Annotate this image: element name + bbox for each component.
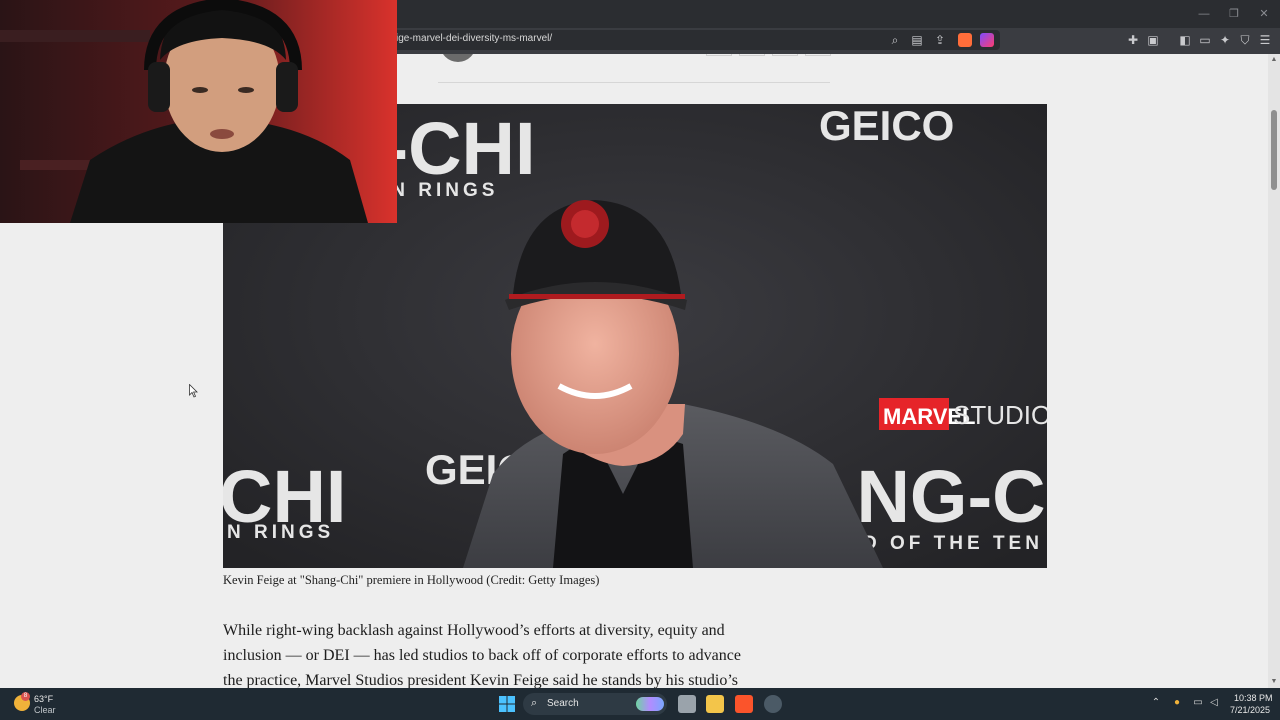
webcam-overlay <box>0 0 397 223</box>
address-bar[interactable]: ige-marvel-dei-diversity-ms-marvel/ <box>386 30 1000 50</box>
backdrop-subtitle-lower: N RINGS <box>227 522 334 543</box>
weather-badge: 8 <box>21 692 30 701</box>
brave-shields-icon[interactable] <box>958 33 972 47</box>
scroll-up-icon[interactable]: ▲ <box>1269 56 1279 64</box>
weather-condition[interactable]: Clear <box>34 705 56 715</box>
share-button-2[interactable] <box>739 54 765 56</box>
scroll-thumb[interactable] <box>1271 110 1277 190</box>
author-avatar[interactable] <box>440 54 476 62</box>
obs-studio-icon[interactable] <box>764 695 782 713</box>
url-text: ige-marvel-dei-diversity-ms-marvel/ <box>396 33 553 44</box>
scroll-down-icon[interactable]: ▼ <box>1269 678 1279 686</box>
backdrop-sponsor-top: GEICO <box>819 104 954 149</box>
close-icon[interactable]: ✕ <box>1256 6 1272 22</box>
share-button-1[interactable] <box>706 54 732 56</box>
wallet-icon[interactable]: ▭ <box>1198 33 1212 47</box>
share-button-4[interactable] <box>805 54 831 56</box>
file-explorer-icon[interactable] <box>706 695 724 713</box>
network-icon[interactable]: ▭ <box>1192 697 1204 709</box>
minimize-icon[interactable]: — <box>1196 6 1212 22</box>
microphone-icon[interactable]: ● <box>1171 697 1183 709</box>
weather-temperature[interactable]: 63°F <box>34 694 53 704</box>
leo-ai-icon[interactable]: ✦ <box>1218 33 1232 47</box>
divider <box>438 82 830 83</box>
extensions-icon[interactable]: ✚ <box>1126 33 1140 47</box>
studios-logo-text: STUDIOS <box>953 400 1047 430</box>
chevron-up-icon[interactable]: ⌃ <box>1150 697 1162 709</box>
brave-rewards-icon[interactable] <box>980 33 994 47</box>
sidebar-icon[interactable]: ◧ <box>1178 33 1192 47</box>
search-icon: ⌕ <box>531 697 538 709</box>
menu-icon[interactable]: ☰ <box>1258 33 1272 47</box>
restore-icon[interactable]: ❐ <box>1226 6 1242 22</box>
zoom-icon[interactable]: ⌕ <box>888 33 902 47</box>
article-paragraph: While right-wing backlash against Hollyw… <box>223 618 763 688</box>
marvel-studios-logo: MARVEL STUDIOS <box>879 398 1047 430</box>
share-button-3[interactable] <box>772 54 798 56</box>
tab-manager-icon[interactable]: ▣ <box>1146 33 1160 47</box>
share-icon[interactable]: ⇪ <box>933 33 947 47</box>
brave-browser-icon[interactable] <box>735 695 753 713</box>
search-highlight-icon[interactable] <box>636 697 664 711</box>
mouse-cursor-icon <box>189 384 198 398</box>
page-scrollbar[interactable]: ▲ ▼ <box>1268 54 1280 688</box>
search-label: Search <box>547 698 579 709</box>
backdrop-subtitle-right: D OF THE TEN <box>863 533 1043 554</box>
windows-start-icon[interactable] <box>499 696 515 712</box>
screen: — ❐ ✕ ige-marvel-dei-diversity-ms-marvel… <box>0 0 1280 720</box>
volume-icon[interactable]: ◁ <box>1208 697 1220 709</box>
reader-mode-icon[interactable]: ▤ <box>910 33 924 47</box>
paragraph-text: While right-wing backlash against Hollyw… <box>223 622 741 688</box>
clock-date[interactable]: 7/21/2025 <box>1230 705 1270 715</box>
image-caption: Kevin Feige at "Shang-Chi" premiere in H… <box>223 573 600 587</box>
vpn-icon[interactable]: ⛉ <box>1238 33 1252 47</box>
clock-time[interactable]: 10:38 PM <box>1234 693 1273 703</box>
task-view-icon[interactable] <box>678 695 696 713</box>
